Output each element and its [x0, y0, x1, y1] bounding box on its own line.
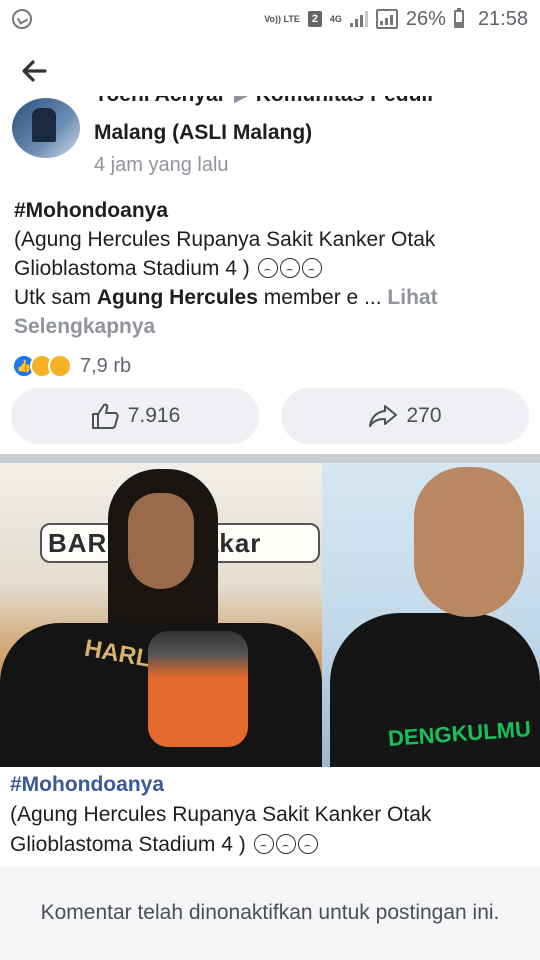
author-line: Yoeni Achyar ▶ Komunitas Peduli — [94, 96, 433, 108]
status-bar: Vo)) LTE 2 4G 26% 21:58 — [0, 0, 540, 38]
post-author-row: Yoeni Achyar ▶ Komunitas Peduli Malang (AS… — [0, 96, 540, 182]
caption-text: (Agung Hercules Rupanya Sakit Kanker Ota… — [10, 803, 432, 856]
photo-right-panel: DENGKULMU — [322, 463, 540, 767]
section-divider — [0, 454, 540, 463]
post-text-bold-name: Agung Hercules — [96, 286, 258, 309]
comments-disabled-notice: Komentar telah dinonaktifkan untuk posti… — [0, 866, 540, 960]
person-head-2 — [414, 467, 524, 617]
crying-emoji-icon-caption-2 — [297, 834, 318, 854]
like-button[interactable]: 7.916 — [11, 388, 259, 444]
network-type-indicator: 4G — [329, 13, 342, 24]
back-button[interactable] — [16, 56, 52, 86]
caret-right-icon: ▶ — [234, 96, 248, 105]
post-photo[interactable]: BARB oel Bakar HARLEY DENGKULMU — [0, 463, 540, 767]
group-name[interactable]: Malang (ASLI Malang) — [94, 120, 312, 146]
thumbs-up-icon — [91, 403, 119, 429]
whatsapp-icon — [12, 9, 32, 29]
author-avatar[interactable] — [12, 98, 80, 158]
signal-strength-icon — [349, 11, 368, 27]
person-face — [128, 493, 194, 589]
post-body: #Mohondoanya (Agung Hercules Rupanya Sak… — [14, 196, 526, 341]
comments-disabled-text: Komentar telah dinonaktifkan untuk posti… — [40, 901, 500, 924]
photo-left-panel: BARB oel Bakar HARLEY — [0, 463, 322, 767]
sad-emoji-icon-caption — [253, 834, 274, 854]
post-text-suffix: member e ... — [257, 286, 382, 309]
sim-indicator: 2 — [307, 11, 322, 27]
wow-reaction-icon — [48, 354, 72, 378]
dumbbell-trophy — [148, 631, 248, 747]
caption-hashtag[interactable]: #Mohondoanya — [10, 773, 164, 796]
author-name[interactable]: Yoeni Achyar — [94, 96, 226, 106]
crying-emoji-icon-2 — [301, 258, 322, 278]
post-text-prefix: Utk sam — [14, 286, 97, 309]
group-name-first-line[interactable]: Komunitas Peduli — [256, 96, 433, 106]
signal-strength-icon-2 — [375, 9, 398, 29]
battery-percent: 26% — [405, 7, 446, 30]
crying-emoji-icon-caption — [275, 834, 296, 854]
post-timestamp[interactable]: 4 jam yang lalu — [94, 152, 229, 178]
arrow-left-icon — [22, 60, 47, 82]
share-arrow-icon — [369, 405, 398, 427]
reactions-summary[interactable]: 👍 7,9 rb — [12, 352, 131, 380]
photo-caption: #Mohondoanya (Agung Hercules Rupanya Sak… — [10, 770, 530, 860]
post-hashtag[interactable]: #Mohondoanya — [14, 199, 168, 222]
status-clock: 21:58 — [477, 7, 528, 30]
reactions-count: 7,9 rb — [80, 354, 132, 377]
like-count: 7.916 — [127, 404, 181, 427]
sad-emoji-icon — [257, 258, 278, 278]
volte-indicator: Vo)) LTE — [264, 13, 300, 24]
app-header — [0, 38, 540, 102]
share-count: 270 — [406, 404, 442, 427]
crying-emoji-icon — [279, 258, 300, 278]
share-button[interactable]: 270 — [281, 388, 529, 444]
battery-icon — [453, 8, 464, 28]
post-text-line: (Agung Hercules Rupanya Sakit Kanker Ota… — [14, 228, 436, 280]
